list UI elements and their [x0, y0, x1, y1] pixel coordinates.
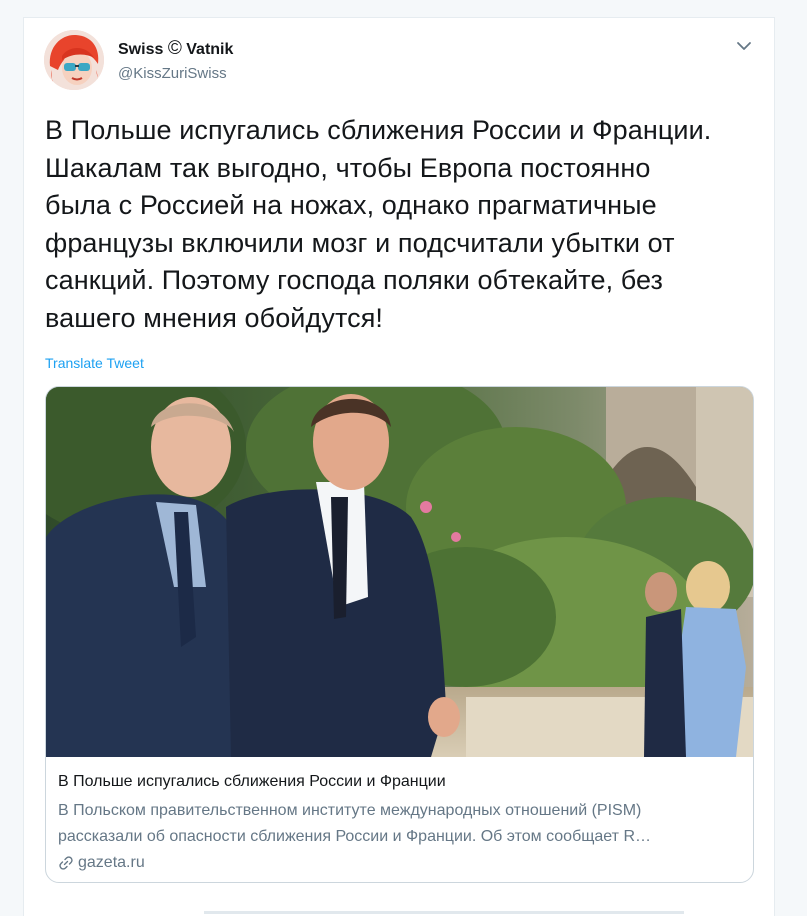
tweet-text-line: санкций. Поэтому господа поляки обтекайт… [45, 265, 664, 295]
avatar[interactable] [44, 30, 104, 90]
author-name[interactable]: Swiss © Vatnik [118, 38, 233, 60]
copyright-symbol: © [167, 38, 182, 59]
cropped-next-line [204, 911, 684, 914]
translate-tweet-link[interactable]: Translate Tweet [45, 355, 144, 371]
tweet-text-line: была с Россией на ножах, однако прагмати… [45, 190, 657, 220]
author-name-last: Vatnik [186, 41, 234, 58]
tweet-text-line: вашего мнения обойдутся! [45, 302, 384, 333]
tweet-text-line: Шакалам так выгодно, чтобы Европа постоя… [45, 152, 651, 183]
tweet-card: Swiss © Vatnik @KissZuriSwiss В Польше и… [23, 17, 775, 916]
preview-image [46, 387, 753, 757]
preview-description-line: рассказали об опасности сближения России… [58, 828, 651, 845]
avatar-image [44, 30, 104, 90]
author-name-first: Swiss [118, 41, 164, 58]
preview-meta: В Польше испугались сближения России и Ф… [58, 771, 744, 872]
chevron-down-icon[interactable] [735, 37, 753, 55]
tweet-text-line: французы включили мозг и подсчитали убыт… [45, 227, 675, 258]
preview-title[interactable]: В Польше испугались сближения России и Ф… [58, 771, 744, 793]
link-icon [58, 855, 74, 871]
preview-domain-text: gazeta.ru [78, 854, 145, 871]
tweet-text: В Польше испугались сближения России и Ф… [45, 112, 757, 337]
link-preview-card[interactable]: В Польше испугались сближения России и Ф… [45, 386, 754, 883]
tweet-text-line: В Польше испугались сближения России и Ф… [45, 115, 712, 145]
preview-domain[interactable]: gazeta.ru [58, 854, 744, 872]
preview-description: В Польском правительственном институте м… [58, 798, 744, 850]
author-handle[interactable]: @KissZuriSwiss [118, 65, 227, 82]
preview-description-line: В Польском правительственном институте м… [58, 802, 642, 819]
